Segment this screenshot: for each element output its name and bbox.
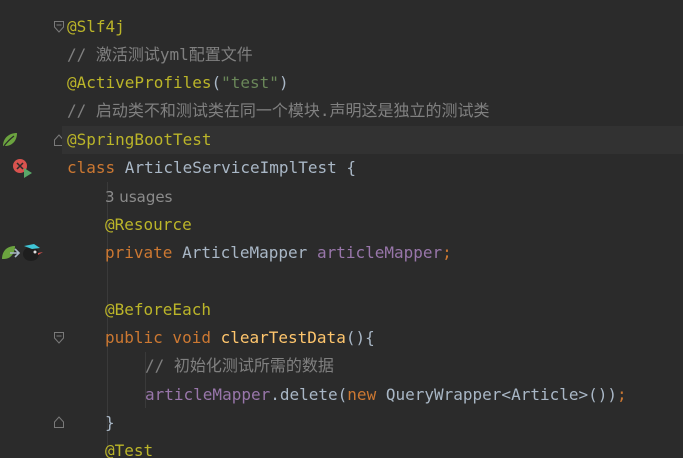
annotation: @BeforeEach <box>105 300 211 319</box>
method-call: .delete( <box>270 385 348 404</box>
method-name: clearTestData <box>220 328 346 347</box>
type-name: ArticleMapper <box>172 243 317 262</box>
generic-type: Article <box>511 385 579 404</box>
code-line-1[interactable]: @Slf4j <box>62 13 683 41</box>
code-line-5[interactable]: @SpringBootTest <box>62 126 683 154</box>
code-editor[interactable]: @Slf4j // 激活测试yml配置文件 @ActiveProfiles("t… <box>0 0 683 458</box>
code-line-11[interactable]: @BeforeEach <box>62 296 683 324</box>
code-line-2[interactable]: // 激活测试yml配置文件 <box>62 41 683 69</box>
code-line-3[interactable]: @ActiveProfiles("test") <box>62 69 683 97</box>
run-test-icon[interactable] <box>12 158 34 178</box>
keyword: new <box>347 385 377 404</box>
code-line-9[interactable]: private ArticleMapper articleMapper; <box>62 239 683 267</box>
class-name: ArticleServiceImplTest { <box>115 158 356 177</box>
comment: // 激活测试yml配置文件 <box>67 45 253 64</box>
code-line-15[interactable]: } <box>62 409 683 437</box>
code-line-13[interactable]: // 初始化测试所需的数据 <box>62 352 683 380</box>
keyword: void <box>162 328 221 347</box>
annotation: @ActiveProfiles <box>67 73 212 92</box>
type-name: QueryWrapper< <box>376 385 512 404</box>
code-line-4[interactable]: // 启动类不和测试类在同一个模块.声明这是独立的测试类 <box>62 97 683 125</box>
keyword: public <box>105 328 163 347</box>
semicolon: ; <box>442 243 452 262</box>
mybatis-bird-icon[interactable] <box>20 240 44 264</box>
code-line-16[interactable]: @Test <box>62 437 683 458</box>
punctuation: (){ <box>345 328 375 347</box>
annotation: @SpringBootTest <box>67 130 212 149</box>
bean-navigate-icon[interactable] <box>0 243 22 263</box>
comment: // 启动类不和测试类在同一个模块.声明这是独立的测试类 <box>67 101 490 120</box>
punctuation: >()) <box>578 385 618 404</box>
closing-brace: } <box>105 413 115 432</box>
field-name: articleMapper <box>145 385 271 404</box>
field-name: articleMapper <box>316 243 443 262</box>
code-line-usages[interactable]: 3 usages <box>62 183 683 211</box>
paren: ( <box>211 73 222 92</box>
annotation: @Test <box>105 441 154 458</box>
keyword: private <box>105 243 173 262</box>
code-line-8[interactable]: @Resource <box>62 211 683 239</box>
code-line-14[interactable]: articleMapper.delete(new QueryWrapper<Ar… <box>62 381 683 409</box>
comment: // 初始化测试所需的数据 <box>145 356 334 375</box>
code-line-12[interactable]: public void clearTestData(){ <box>62 324 683 352</box>
keyword: class <box>67 158 116 177</box>
annotation: @Resource <box>105 215 192 234</box>
string-literal: "test" <box>221 73 279 92</box>
editor-gutter[interactable] <box>0 0 64 458</box>
code-line-6[interactable]: class ArticleServiceImplTest { <box>62 154 683 182</box>
annotation: @Slf4j <box>67 17 125 36</box>
paren: ) <box>278 73 289 92</box>
usages-hint[interactable]: 3 usages <box>105 188 172 206</box>
semicolon: ; <box>617 385 627 404</box>
spring-leaf-icon[interactable] <box>1 131 19 149</box>
